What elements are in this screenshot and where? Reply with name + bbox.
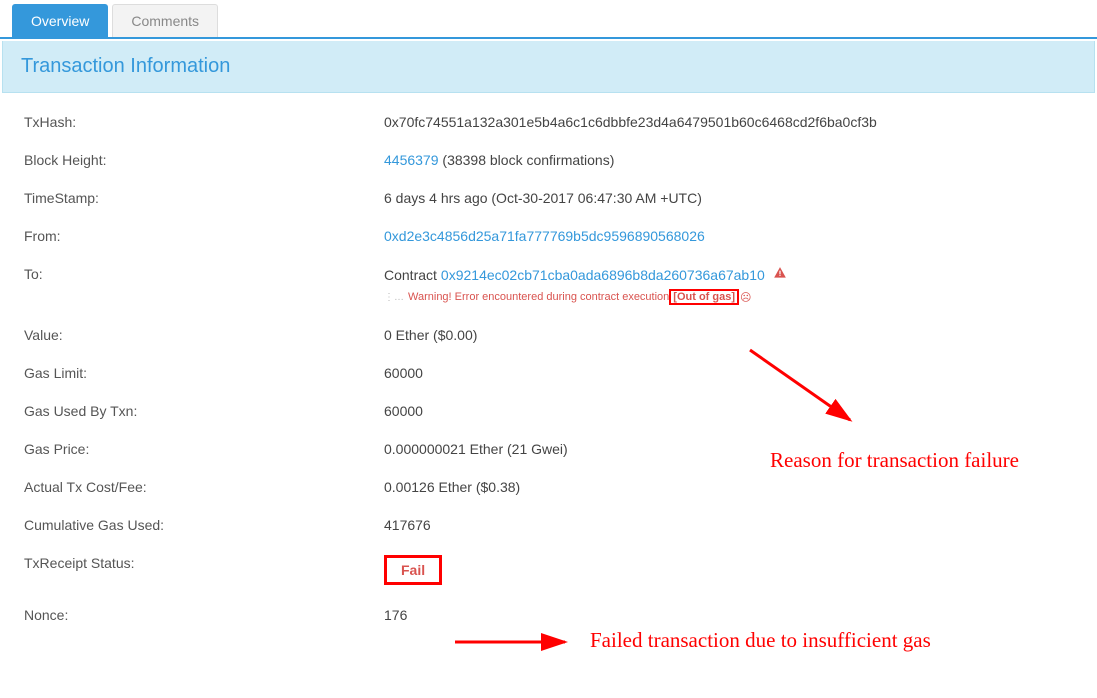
timestamp-label: TimeStamp:: [24, 190, 384, 206]
gaslimit-label: Gas Limit:: [24, 365, 384, 381]
blockheight-value: 4456379 (38398 block confirmations): [384, 152, 1083, 168]
row-receipt: TxReceipt Status: Fail: [24, 544, 1083, 596]
blockheight-confirm: (38398 block confirmations): [439, 152, 615, 168]
value-value: 0 Ether ($0.00): [384, 327, 1083, 343]
receipt-value: Fail: [384, 555, 1083, 585]
row-gaslimit: Gas Limit: 60000: [24, 354, 1083, 392]
row-gasprice: Gas Price: 0.000000021 Ether (21 Gwei): [24, 430, 1083, 468]
to-label: To:: [24, 266, 384, 282]
row-cumgas: Cumulative Gas Used: 417676: [24, 506, 1083, 544]
row-timestamp: TimeStamp: 6 days 4 hrs ago (Oct-30-2017…: [24, 179, 1083, 217]
row-txhash: TxHash: 0x70fc74551a132a301e5b4a6c1c6dbb…: [24, 103, 1083, 141]
to-value: Contract 0x9214ec02cb71cba0ada6896b8da26…: [384, 266, 1083, 305]
fail-status-callout: Fail: [384, 555, 442, 585]
from-label: From:: [24, 228, 384, 244]
panel-body: TxHash: 0x70fc74551a132a301e5b4a6c1c6dbb…: [0, 93, 1097, 644]
to-contract-link[interactable]: 0x9214ec02cb71cba0ada6896b8da260736a67ab…: [441, 267, 765, 283]
panel-title: Transaction Information: [2, 41, 1095, 93]
row-cost: Actual Tx Cost/Fee: 0.00126 Ether ($0.38…: [24, 468, 1083, 506]
cost-label: Actual Tx Cost/Fee:: [24, 479, 384, 495]
blockheight-link[interactable]: 4456379: [384, 152, 439, 168]
nonce-value: 176: [384, 607, 1083, 623]
receipt-label: TxReceipt Status:: [24, 555, 384, 571]
tab-overview[interactable]: Overview: [12, 4, 108, 37]
gasprice-value: 0.000000021 Ether (21 Gwei): [384, 441, 1083, 457]
row-gasused: Gas Used By Txn: 60000: [24, 392, 1083, 430]
nonce-label: Nonce:: [24, 607, 384, 623]
value-label: Value:: [24, 327, 384, 343]
tab-comments[interactable]: Comments: [112, 4, 218, 37]
timestamp-value: 6 days 4 hrs ago (Oct-30-2017 06:47:30 A…: [384, 190, 1083, 206]
transaction-page: Overview Comments Transaction Informatio…: [0, 0, 1097, 644]
row-value: Value: 0 Ether ($0.00): [24, 316, 1083, 354]
cost-value: 0.00126 Ether ($0.38): [384, 479, 1083, 495]
cumgas-label: Cumulative Gas Used:: [24, 517, 384, 533]
row-from: From: 0xd2e3c4856d25a71fa777769b5dc95968…: [24, 217, 1083, 255]
error-line: ⋮… Warning! Error encountered during con…: [384, 289, 1083, 305]
txhash-label: TxHash:: [24, 114, 384, 130]
row-nonce: Nonce: 176: [24, 596, 1083, 634]
tab-bar: Overview Comments: [0, 0, 1097, 39]
from-value: 0xd2e3c4856d25a71fa777769b5dc95968905680…: [384, 228, 1083, 244]
txhash-value: 0x70fc74551a132a301e5b4a6c1c6dbbfe23d4a6…: [384, 114, 1083, 130]
tree-prefix-icon: ⋮…: [384, 292, 404, 303]
out-of-gas-callout: [Out of gas]: [669, 289, 739, 305]
gaslimit-value: 60000: [384, 365, 1083, 381]
warning-icon: [773, 266, 787, 283]
gasused-value: 60000: [384, 403, 1083, 419]
row-blockheight: Block Height: 4456379 (38398 block confi…: [24, 141, 1083, 179]
gasprice-label: Gas Price:: [24, 441, 384, 457]
from-link[interactable]: 0xd2e3c4856d25a71fa777769b5dc95968905680…: [384, 228, 705, 244]
cumgas-value: 417676: [384, 517, 1083, 533]
row-to: To: Contract 0x9214ec02cb71cba0ada6896b8…: [24, 255, 1083, 316]
gasused-label: Gas Used By Txn:: [24, 403, 384, 419]
frown-icon: ☹: [740, 291, 751, 304]
to-contract-prefix: Contract: [384, 267, 437, 283]
error-text: Warning! Error encountered during contra…: [408, 291, 669, 303]
blockheight-label: Block Height:: [24, 152, 384, 168]
